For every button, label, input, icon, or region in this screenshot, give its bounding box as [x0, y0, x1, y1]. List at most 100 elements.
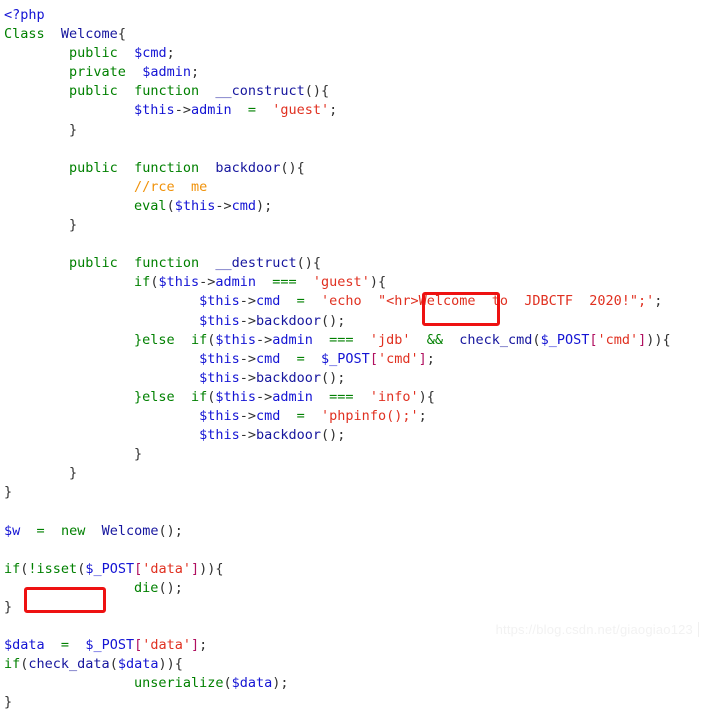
code-token: cmd [255, 293, 281, 310]
code-token: -> [199, 274, 216, 291]
code-token: cmd [231, 197, 256, 214]
code-token: } [69, 465, 78, 482]
code-token: $_POST [540, 331, 590, 348]
code-token: ; [166, 45, 175, 62]
code-line: $this->backdoor(); [4, 369, 705, 388]
code-line: $w = new Welcome(); [4, 522, 705, 541]
code-token: $data [231, 675, 273, 692]
code-token: ( [20, 656, 29, 673]
code-line: }else if($this->admin === 'info'){ [4, 388, 705, 407]
code-token: $this [215, 331, 256, 348]
code-token: isset [36, 560, 78, 577]
code-token: { [117, 26, 126, 43]
code-token: $this [199, 350, 240, 367]
code-token: === [272, 274, 297, 291]
code-token: = [296, 350, 305, 367]
code-token: } [69, 217, 78, 234]
code-token: unserialize [134, 675, 224, 692]
code-token: $w [4, 522, 21, 539]
code-token: public [69, 255, 118, 272]
code-token: admin [272, 388, 313, 405]
code-token: -> [239, 350, 256, 367]
code-token: admin [190, 102, 232, 119]
code-line: public function backdoor(){ [4, 159, 705, 178]
code-token: cmd [255, 407, 281, 424]
code-token: if [190, 331, 208, 348]
code-token: } [4, 598, 13, 615]
code-line: } [4, 464, 705, 483]
code-line: if($this->admin === 'guest'){ [4, 273, 705, 292]
code-token: (); [158, 579, 183, 596]
code-token: Class [4, 26, 45, 43]
code-token: if [4, 560, 21, 577]
code-token: backdoor [255, 369, 322, 386]
code-token: $this [199, 369, 240, 386]
code-line: } [4, 598, 705, 617]
code-token: admin [215, 274, 256, 291]
code-token: === [329, 331, 354, 348]
code-token: ( [223, 675, 232, 692]
code-token: && [426, 331, 443, 348]
code-token: ; [426, 350, 435, 367]
code-token: if [4, 656, 21, 673]
code-token: 'data' [142, 637, 192, 654]
code-token: } [69, 121, 78, 138]
code-token: -> [239, 427, 256, 444]
code-token: $cmd [134, 45, 167, 62]
code-token: $_POST [85, 637, 135, 654]
code-token: eval [134, 197, 167, 214]
code-token: 'echo "<hr>Welcome to JDBCTF 2020!";' [321, 293, 655, 310]
code-line: public function __destruct(){ [4, 254, 705, 273]
code-token: $admin [142, 64, 191, 81]
code-token: = [296, 407, 305, 424]
code-token: ! [28, 560, 37, 577]
code-token: public [69, 159, 118, 176]
code-token: //rce me [134, 178, 208, 195]
code-token: (){ [296, 255, 322, 272]
code-token: [ [369, 350, 378, 367]
code-token: ){ [418, 388, 435, 405]
code-token: = [36, 522, 45, 539]
watermark-text: https://blog.csdn.net/giaogiao123 [495, 622, 693, 637]
code-token: = [247, 102, 256, 119]
code-token: ] [191, 637, 200, 654]
code-token: $this [134, 102, 175, 119]
code-token: (){ [304, 83, 330, 100]
code-token: -> [256, 388, 273, 405]
code-token: cmd [255, 350, 281, 367]
code-token: Welcome [101, 522, 159, 539]
code-token: -> [239, 407, 256, 424]
code-token: )){ [199, 560, 224, 577]
code-token: die [134, 579, 159, 596]
code-line: public function __construct(){ [4, 82, 705, 101]
